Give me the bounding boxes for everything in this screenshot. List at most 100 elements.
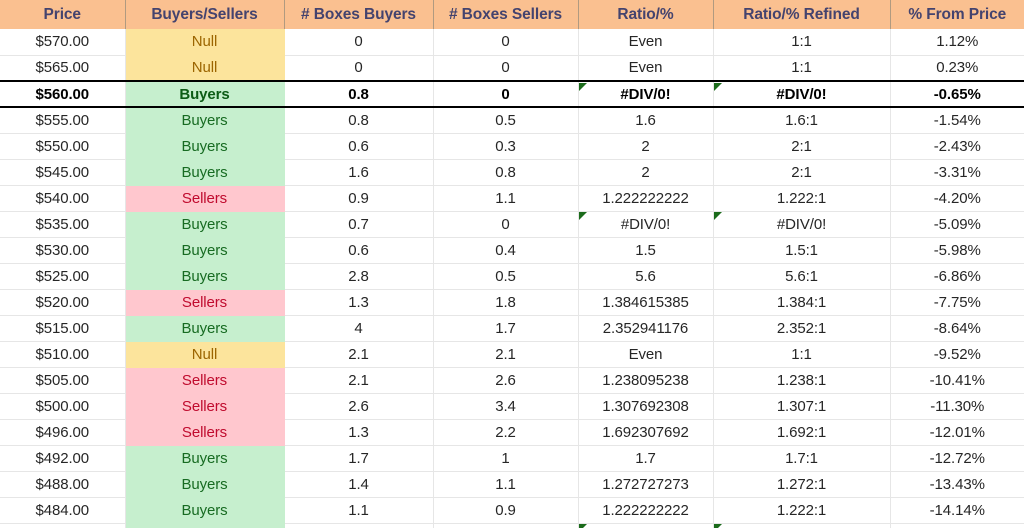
cell-ratio-refined[interactable]: 1.6:1	[713, 107, 891, 134]
cell-price[interactable]: $530.00	[0, 237, 126, 264]
cell-boxes-buyers[interactable]: 0	[284, 29, 434, 56]
cell-boxes-buyers[interactable]: 0.8	[284, 80, 434, 108]
cell-boxes-buyers[interactable]: 2.1	[284, 341, 434, 368]
cell-buyers-sellers[interactable]: Sellers	[125, 367, 285, 394]
column-header-buyers-sellers[interactable]: Buyers/Sellers	[125, 0, 285, 29]
cell-ratio-refined[interactable]: #DIV/0!	[713, 80, 891, 108]
cell-ratio[interactable]: 1.6	[578, 107, 714, 134]
cell-ratio-refined[interactable]: 1.222:1	[713, 497, 891, 524]
cell-buyers-sellers[interactable]: Sellers	[125, 185, 285, 212]
cell-buyers-sellers[interactable]: Buyers	[125, 107, 285, 134]
table-row[interactable]: $535.00 Buyers 0.7 0 #DIV/0! #DIV/0! -5.09%	[0, 211, 1024, 238]
cell-boxes-sellers[interactable]: 2.2	[433, 419, 579, 446]
table-row[interactable]: $530.00 Buyers 0.6 0.4 1.5 1.5:1 -5.98%	[0, 237, 1024, 264]
cell-ratio-refined[interactable]: 1.307:1	[713, 393, 891, 420]
cell-pct-from-price[interactable]: -4.20%	[890, 185, 1024, 212]
cell-boxes-buyers[interactable]: 2.8	[284, 263, 434, 290]
table-row[interactable]: $520.00 Sellers 1.3 1.8 1.384615385 1.384:1 -7…	[0, 289, 1024, 316]
cell-pct-from-price[interactable]	[890, 523, 1024, 528]
column-header-ratio-refined[interactable]: Ratio/% Refined	[713, 0, 891, 29]
cell-boxes-sellers[interactable]: 0	[433, 80, 579, 108]
cell-price[interactable]: $545.00	[0, 159, 126, 186]
cell-pct-from-price[interactable]: -2.43%	[890, 133, 1024, 160]
cell-pct-from-price[interactable]: -11.30%	[890, 393, 1024, 420]
table-row[interactable]: $488.00 Buyers 1.4 1.1 1.272727273 1.272:1 -13…	[0, 471, 1024, 498]
cell-pct-from-price[interactable]: -5.98%	[890, 237, 1024, 264]
cell-pct-from-price[interactable]: -14.14%	[890, 497, 1024, 524]
cell-buyers-sellers[interactable]: Null	[125, 55, 285, 82]
cell-boxes-buyers[interactable]: 0.9	[284, 185, 434, 212]
cell-ratio-refined[interactable]: 1:1	[713, 55, 891, 82]
cell-ratio-refined[interactable]: 2:1	[713, 133, 891, 160]
cell-boxes-sellers[interactable]: 0.8	[433, 159, 579, 186]
cell-price[interactable]: $520.00	[0, 289, 126, 316]
cell-boxes-buyers[interactable]: 2.6	[284, 393, 434, 420]
cell-boxes-sellers[interactable]: 0.4	[433, 237, 579, 264]
cell-price[interactable]: $515.00	[0, 315, 126, 342]
table-row[interactable]: $484.00 Buyers 1.1 0.9 1.222222222 1.222:1 -14…	[0, 497, 1024, 524]
cell-boxes-sellers[interactable]: 0	[433, 55, 579, 82]
cell-ratio-refined[interactable]: 2:1	[713, 159, 891, 186]
cell-ratio-refined[interactable]: 1.222:1	[713, 185, 891, 212]
cell-pct-from-price[interactable]: -12.72%	[890, 445, 1024, 472]
cell-boxes-sellers[interactable]: 2.6	[433, 367, 579, 394]
table-row[interactable]: $515.00 Buyers 4 1.7 2.352941176 2.352:1 -8.64…	[0, 315, 1024, 342]
cell-buyers-sellers[interactable]: Buyers	[125, 445, 285, 472]
cell-price[interactable]: $492.00	[0, 445, 126, 472]
cell-pct-from-price[interactable]: -6.86%	[890, 263, 1024, 290]
cell-boxes-buyers[interactable]: 0.6	[284, 237, 434, 264]
column-header-ratio[interactable]: Ratio/%	[578, 0, 714, 29]
cell-ratio[interactable]: 1.222222222	[578, 497, 714, 524]
cell-boxes-buyers[interactable]: 1.3	[284, 419, 434, 446]
cell-pct-from-price[interactable]: -8.64%	[890, 315, 1024, 342]
cell-price[interactable]: $496.00	[0, 419, 126, 446]
cell-buyers-sellers[interactable]: Buyers	[125, 263, 285, 290]
cell-price[interactable]: $488.00	[0, 471, 126, 498]
cell-buyers-sellers[interactable]: Null	[125, 29, 285, 56]
cell-boxes-sellers[interactable]: 1.8	[433, 289, 579, 316]
spreadsheet-view[interactable]: Price Buyers/Sellers # Boxes Buyers # Bo…	[0, 0, 1024, 528]
cell-price[interactable]: $484.00	[0, 497, 126, 524]
cell-ratio[interactable]: 2	[578, 133, 714, 160]
cell-ratio-refined[interactable]: 1:1	[713, 29, 891, 56]
cell-ratio[interactable]: 5.6	[578, 263, 714, 290]
cell-boxes-sellers[interactable]: 0.3	[433, 133, 579, 160]
cell-ratio[interactable]: 2	[578, 159, 714, 186]
cell-price[interactable]: $550.00	[0, 133, 126, 160]
cell-pct-from-price[interactable]: -9.52%	[890, 341, 1024, 368]
cell-boxes-buyers[interactable]: 1.7	[284, 445, 434, 472]
cell-boxes-sellers[interactable]: 1	[433, 445, 579, 472]
cell-price[interactable]: $540.00	[0, 185, 126, 212]
column-header-boxes-buyers[interactable]: # Boxes Buyers	[284, 0, 434, 29]
cell-pct-from-price[interactable]: 1.12%	[890, 29, 1024, 56]
cell-boxes-buyers[interactable]: 0	[284, 55, 434, 82]
cell-ratio-refined[interactable]: 1.7:1	[713, 445, 891, 472]
cell-price[interactable]: $560.00	[0, 80, 126, 108]
table-row[interactable]: $570.00 Null 0 0 Even 1:1 1.12%	[0, 29, 1024, 56]
cell-boxes-buyers[interactable]: 0.7	[284, 211, 434, 238]
cell-ratio-refined[interactable]: 1.5:1	[713, 237, 891, 264]
table-row[interactable]: $505.00 Sellers 2.1 2.6 1.238095238 1.238:1 -1…	[0, 367, 1024, 394]
cell-price[interactable]: $535.00	[0, 211, 126, 238]
cell-boxes-sellers[interactable]: 0	[433, 211, 579, 238]
cell-buyers-sellers[interactable]: Buyers	[125, 159, 285, 186]
cell-buyers-sellers[interactable]: Buyers	[125, 471, 285, 498]
table-row[interactable]: $550.00 Buyers 0.6 0.3 2 2:1 -2.43%	[0, 133, 1024, 160]
cell-price[interactable]	[0, 523, 126, 528]
column-header-price[interactable]: Price	[0, 0, 126, 29]
cell-buyers-sellers[interactable]: Null	[125, 341, 285, 368]
cell-ratio[interactable]: #DIV/0!	[578, 80, 714, 108]
cell-ratio-refined[interactable]: 5.6:1	[713, 263, 891, 290]
cell-price[interactable]: $500.00	[0, 393, 126, 420]
cell-ratio-refined[interactable]: 2.352:1	[713, 315, 891, 342]
cell-buyers-sellers[interactable]	[125, 523, 285, 528]
cell-price[interactable]: $505.00	[0, 367, 126, 394]
table-row[interactable]: $496.00 Sellers 1.3 2.2 1.692307692 1.692:1 -1…	[0, 419, 1024, 446]
cell-boxes-buyers[interactable]: 1.1	[284, 497, 434, 524]
cell-ratio[interactable]	[578, 523, 714, 528]
cell-buyers-sellers[interactable]: Buyers	[125, 80, 285, 108]
cell-boxes-sellers[interactable]	[433, 523, 579, 528]
cell-ratio-refined[interactable]: #DIV/0!	[713, 211, 891, 238]
cell-pct-from-price[interactable]: -13.43%	[890, 471, 1024, 498]
cell-boxes-sellers[interactable]: 0.5	[433, 107, 579, 134]
